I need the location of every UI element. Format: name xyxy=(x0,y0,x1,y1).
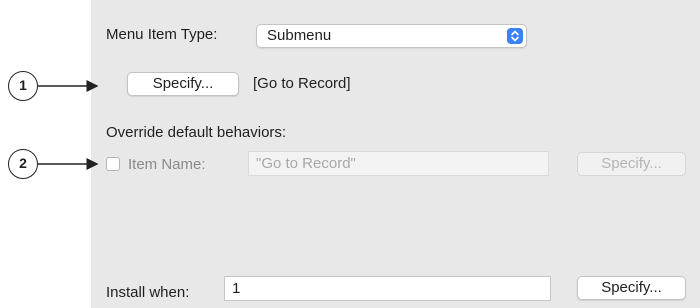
override-heading: Override default behaviors: xyxy=(106,124,287,141)
item-name-value: "Go to Record" xyxy=(256,155,356,172)
item-name-checkbox[interactable] xyxy=(106,157,120,171)
menu-item-type-label: Menu Item Type: xyxy=(106,26,218,43)
install-when-label: Install when: xyxy=(106,284,190,301)
menu-item-type-value: Submenu xyxy=(267,27,332,44)
item-name-field[interactable]: "Go to Record" xyxy=(248,151,549,176)
target-value: [Go to Record] xyxy=(253,75,351,92)
item-name-specify-button[interactable]: Specify... xyxy=(577,152,686,176)
callout-1: 1 xyxy=(8,71,38,101)
install-when-field[interactable]: 1 xyxy=(224,276,551,301)
specify-target-button[interactable]: Specify... xyxy=(127,72,239,96)
install-when-value: 1 xyxy=(232,280,241,297)
callout-2: 2 xyxy=(8,149,38,179)
item-name-label: Item Name: xyxy=(128,156,206,173)
install-when-specify-button[interactable]: Specify... xyxy=(577,276,686,300)
updown-arrows-icon xyxy=(507,28,523,44)
menu-item-type-popup[interactable]: Submenu xyxy=(256,24,527,48)
